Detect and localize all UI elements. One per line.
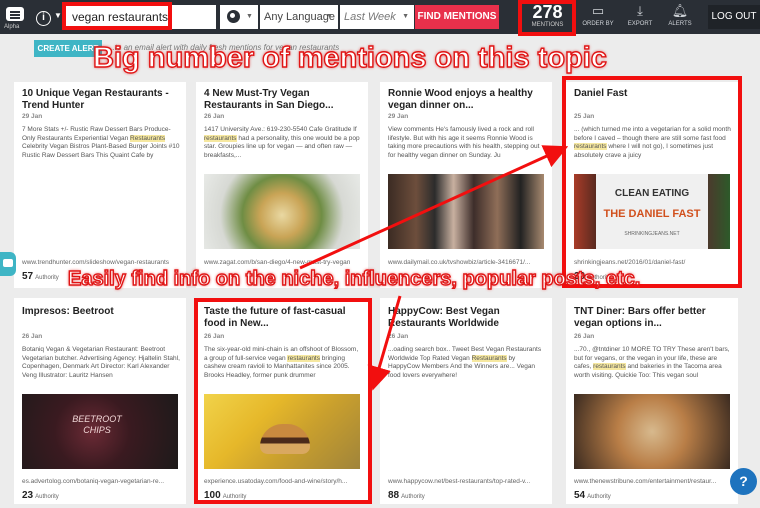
annotation-headline: Big number of mentions on this topic	[92, 41, 607, 74]
annotation-subline: Easily find info on the niche, influence…	[67, 267, 641, 290]
annotation-arrows	[299, 145, 569, 391]
